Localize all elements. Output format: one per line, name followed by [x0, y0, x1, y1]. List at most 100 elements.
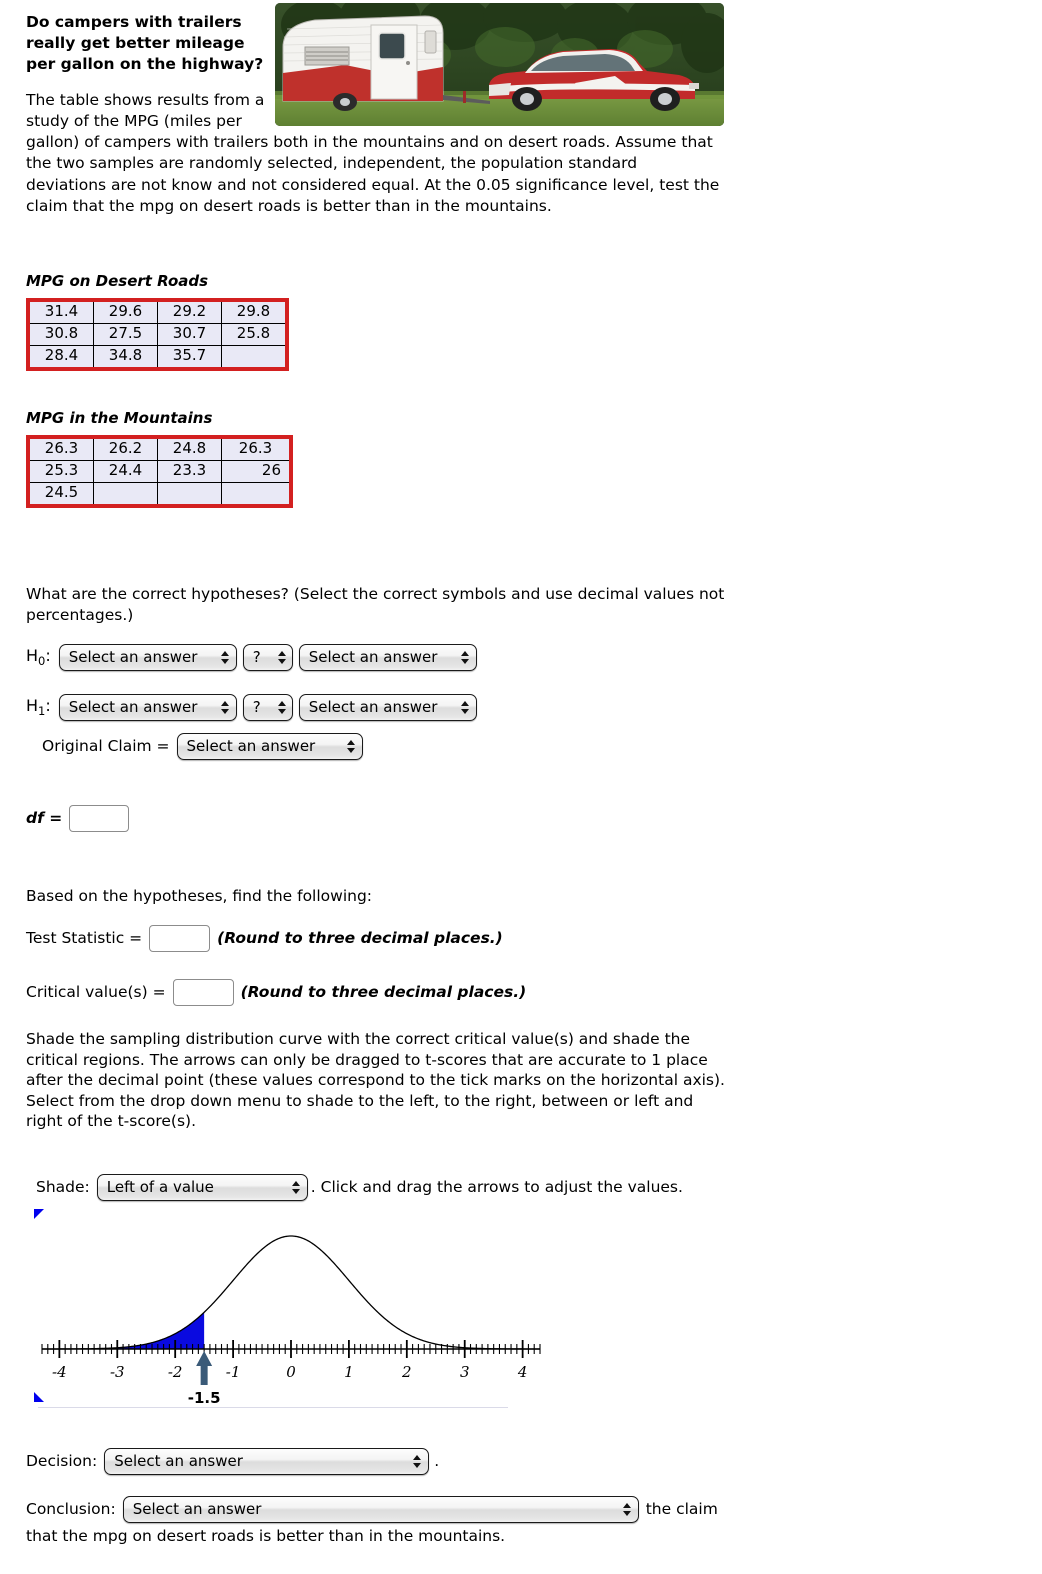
h1-left-select[interactable]: Select an answer — [58, 694, 237, 721]
h1-label: H1: — [26, 696, 51, 719]
worksheet-page: Do campers with trailers really get bett… — [0, 0, 1042, 1574]
table-cell-empty — [157, 481, 222, 507]
critical-value-arrow[interactable]: -1.5 — [188, 1351, 221, 1407]
graph-corner-top-left — [34, 1209, 44, 1219]
updown-arrows-icon — [460, 651, 472, 664]
original-claim-select[interactable]: Select an answer — [176, 733, 363, 760]
updown-arrows-icon — [220, 651, 232, 664]
shade-label: Shade: — [36, 1178, 90, 1197]
conclusion-row: Conclusion: Select an answer the claim — [26, 1496, 718, 1523]
table-cell-empty — [221, 481, 292, 507]
shade-select-value: Left of a value — [106, 1177, 214, 1196]
h0-symbol-select[interactable]: ? — [242, 644, 293, 671]
normal-curve-svg: -4 -3 -2 -1 0 1 2 3 4 -1.5 — [41, 1235, 541, 1407]
table-cell: 27.5 — [93, 322, 158, 346]
updown-arrows-icon — [346, 740, 358, 753]
table-cell: 26.2 — [93, 436, 158, 461]
table-cell: 28.4 — [27, 344, 94, 370]
h1-right-select[interactable]: Select an answer — [298, 694, 477, 721]
intro-paragraph-part2: gallon) of campers with trailers both in… — [26, 133, 720, 215]
table-cell: 26.3 — [27, 436, 94, 461]
decision-trailing: . — [434, 1452, 440, 1471]
intro-heading: Do campers with trailers really get bett… — [26, 13, 264, 74]
table-cell: 25.8 — [221, 322, 288, 346]
updown-arrows-icon — [622, 1503, 634, 1516]
svg-text:-1: -1 — [226, 1363, 241, 1381]
h1-left-select-value: Select an answer — [68, 697, 198, 716]
original-claim-row: Original Claim = Select an answer — [42, 733, 363, 760]
shade-control-row: Shade: Left of a value . Click and drag … — [36, 1174, 683, 1201]
shade-trailing-text: . Click and drag the arrows to adjust th… — [310, 1178, 683, 1197]
table-cell: 29.2 — [157, 299, 222, 324]
conclusion-label: Conclusion: — [26, 1500, 116, 1519]
h1-symbol-select[interactable]: ? — [242, 694, 293, 721]
test-statistic-row: Test Statistic = (Round to three decimal… — [26, 925, 503, 952]
table-row: 24.5 — [27, 481, 292, 507]
table-row: 26.3 26.2 24.8 26.3 — [27, 436, 292, 461]
table-cell: 29.6 — [93, 299, 158, 324]
conclusion-trailing-inline: the claim — [645, 1500, 718, 1519]
critical-value-label: Critical value(s) = — [26, 983, 166, 1002]
conclusion-select[interactable]: Select an answer — [122, 1496, 639, 1523]
svg-text:2: 2 — [401, 1363, 412, 1381]
df-input[interactable] — [69, 805, 130, 832]
h0-row: H0: Select an answer ? Select an answer — [26, 644, 477, 671]
decision-select-value: Select an answer — [114, 1451, 243, 1470]
table-cell: 29.8 — [221, 299, 288, 324]
h0-left-select-value: Select an answer — [68, 647, 198, 666]
updown-arrows-icon — [460, 701, 472, 714]
h0-left-select[interactable]: Select an answer — [58, 644, 237, 671]
df-label: df = — [26, 809, 63, 828]
table-cell: 31.4 — [27, 299, 94, 324]
h1-symbol-value: ? — [252, 697, 261, 716]
shade-select[interactable]: Left of a value — [96, 1174, 308, 1201]
critical-value-input[interactable] — [172, 979, 234, 1006]
findings-prompt: Based on the hypotheses, find the follow… — [26, 887, 373, 905]
table-cell: 26.3 — [221, 436, 292, 461]
table-cell: 30.7 — [157, 322, 222, 346]
table-row: 28.4 34.8 35.7 — [27, 344, 288, 370]
camper-trailer-photo — [275, 3, 724, 126]
h1-right-select-value: Select an answer — [308, 697, 438, 716]
updown-arrows-icon — [220, 701, 232, 714]
desert-table-section: MPG on Desert Roads 31.4 29.6 29.2 29.8 … — [26, 272, 289, 371]
table-row: 25.3 24.4 23.3 26 — [27, 459, 292, 483]
updown-arrows-icon — [291, 1181, 303, 1194]
svg-text:-4: -4 — [52, 1363, 67, 1381]
graph-baseline-rule — [38, 1407, 508, 1408]
h0-right-select[interactable]: Select an answer — [298, 644, 477, 671]
critical-value-row: Critical value(s) = (Round to three deci… — [26, 979, 526, 1006]
table-cell: 24.4 — [93, 459, 158, 483]
table-cell: 24.8 — [157, 436, 222, 461]
svg-text:0: 0 — [286, 1363, 296, 1381]
hypotheses-prompt: What are the correct hypotheses? (Select… — [26, 585, 725, 624]
intro-paragraph-part1: The table shows results from a study of … — [26, 90, 265, 130]
decision-select[interactable]: Select an answer — [104, 1448, 430, 1475]
axis-tick-labels: -4 -3 -2 -1 0 1 2 3 4 — [52, 1363, 527, 1381]
test-statistic-input[interactable] — [149, 925, 211, 952]
conclusion-trailing-line: that the mpg on desert roads is better t… — [26, 1527, 506, 1545]
df-row: df = — [26, 805, 130, 832]
original-claim-value: Select an answer — [186, 736, 316, 755]
conclusion-select-value: Select an answer — [132, 1499, 262, 1518]
test-statistic-label: Test Statistic = — [26, 929, 143, 948]
svg-text:1: 1 — [344, 1363, 354, 1381]
shade-instructions-line1: Shade the sampling distribution curve wi… — [26, 1030, 691, 1048]
updown-arrows-icon — [413, 1455, 424, 1468]
table-cell: 34.8 — [93, 344, 158, 370]
sampling-distribution-graph[interactable]: -4 -3 -2 -1 0 1 2 3 4 -1.5 — [24, 1204, 554, 1416]
h0-symbol-value: ? — [252, 647, 261, 666]
table-cell-empty — [221, 344, 288, 370]
updown-arrows-icon — [277, 651, 289, 664]
table-row: 31.4 29.6 29.2 29.8 — [27, 299, 288, 324]
updown-arrows-icon — [277, 701, 289, 714]
mountains-table-section: MPG in the Mountains 26.3 26.2 24.8 26.3… — [26, 409, 293, 508]
table-cell-empty — [93, 481, 158, 507]
table-cell: 30.8 — [27, 322, 94, 346]
svg-text:4: 4 — [517, 1363, 528, 1381]
test-statistic-note: (Round to three decimal places.) — [217, 929, 503, 948]
h0-label: H0: — [26, 646, 51, 669]
critical-value-note: (Round to three decimal places.) — [240, 983, 527, 1002]
horizontal-axis — [41, 1340, 541, 1358]
normal-curve-path — [42, 1235, 540, 1350]
